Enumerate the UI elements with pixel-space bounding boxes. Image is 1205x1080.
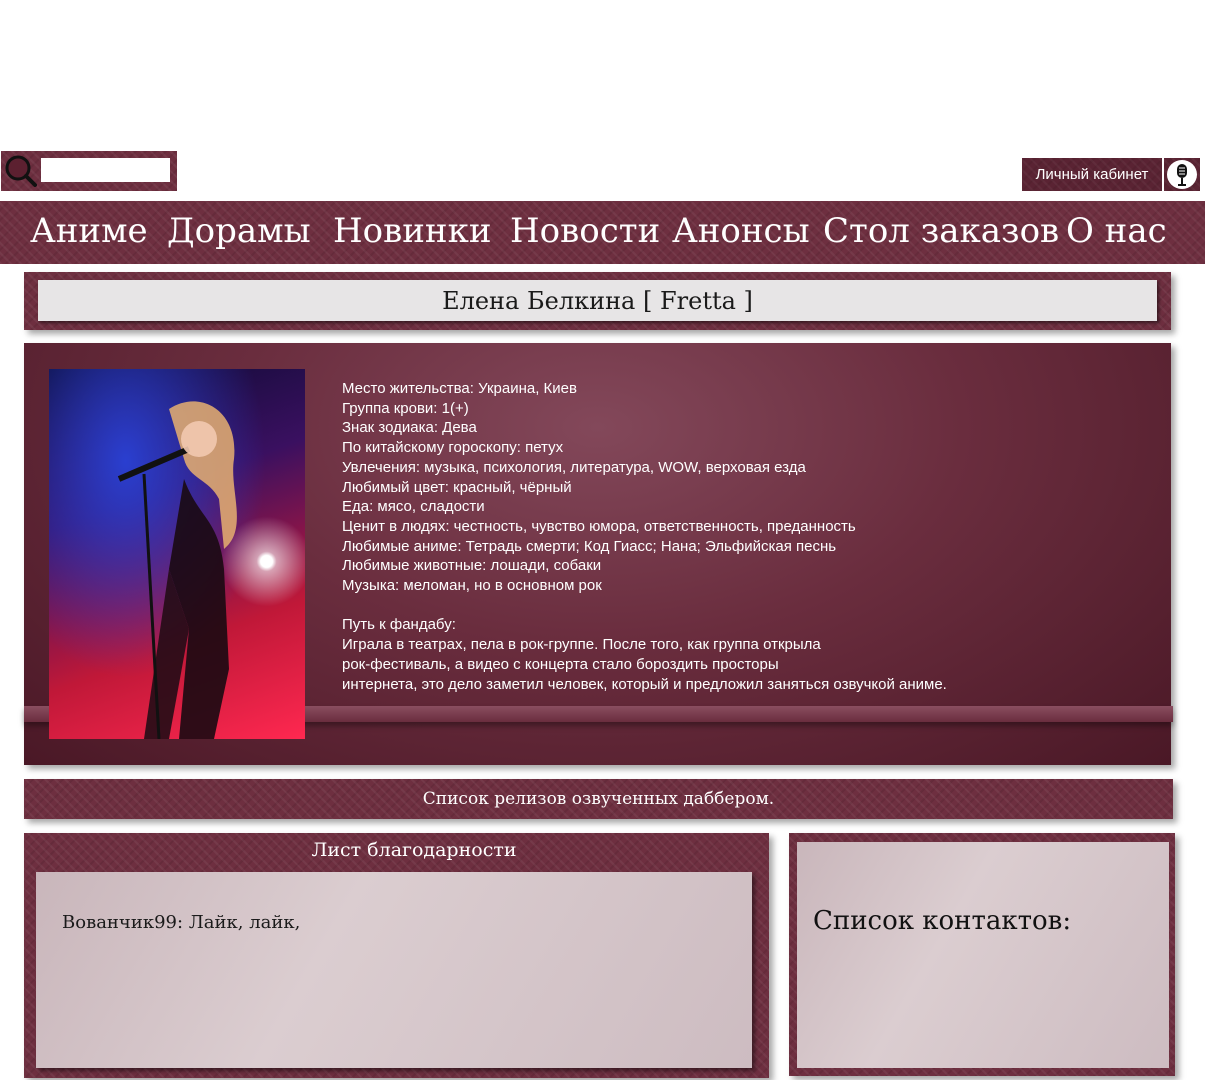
releases-link[interactable]: Список релизов озвученных даббером. [24, 779, 1173, 819]
path-heading: Путь к фандабу: [342, 616, 456, 634]
detail-favorite-animals: Любимые животные: лошади, собаки [342, 557, 602, 575]
thanks-panel: Лист благодарности Вованчик99: Лайк, лай… [24, 833, 769, 1078]
detail-music: Музыка: меломан, но в основном рок [342, 577, 602, 595]
detail-hobbies: Увлечения: музыка, психология, литератур… [342, 458, 806, 476]
thanks-title: Лист благодарности [311, 839, 517, 861]
detail-favorite-color: Любимый цвет: красный, чёрный [342, 478, 572, 496]
releases-label: Список релизов озвученных даббером. [422, 789, 775, 809]
contacts-box: Список контактов: [797, 842, 1169, 1068]
nav-item-announcements[interactable]: Анонсы [672, 209, 810, 253]
path-line: рок-фестиваль, а видео с концерта стало … [342, 655, 779, 673]
detail-food: Еда: мясо, сладости [342, 498, 485, 516]
microphone-icon [1167, 160, 1197, 189]
main-nav: Аниме Дорамы Новинки Новости Анонсы Стол… [0, 201, 1205, 264]
thanks-list: Вованчик99: Лайк, лайк, [36, 872, 752, 1068]
avatar [49, 369, 305, 739]
title-panel: Елена Белкина [ Fretta ] [24, 272, 1171, 330]
account-label: Личный кабинет [1035, 166, 1149, 183]
nav-item-new[interactable]: Новинки [333, 209, 492, 253]
nav-item-orders[interactable]: Стол заказов [823, 209, 1059, 253]
detail-blood-type: Группа крови: 1(+) [342, 399, 469, 417]
contacts-title: Список контактов: [813, 906, 1072, 936]
nav-item-dramas[interactable]: Дорамы [167, 209, 311, 253]
search-icon[interactable] [5, 155, 37, 187]
detail-chinese-horoscope: По китайскому гороскопу: петух [342, 439, 564, 457]
search-input[interactable] [41, 158, 170, 182]
page-title: Елена Белкина [ Fretta ] [38, 280, 1157, 321]
contacts-panel: Список контактов: [789, 833, 1175, 1076]
path-line: Играла в театрах, пела в рок-группе. Пос… [342, 636, 821, 654]
detail-favorite-anime: Любимые аниме: Тетрадь смерти; Код Гиасс… [342, 537, 837, 555]
profile-details: Место жительства: Украина, Киев Группа к… [342, 379, 1122, 694]
microphone-button[interactable] [1164, 158, 1200, 191]
path-line: интернета, это дело заметил человек, кот… [342, 675, 947, 693]
account-button[interactable]: Личный кабинет [1022, 158, 1162, 191]
nav-item-news[interactable]: Новости [510, 209, 660, 253]
detail-values: Ценит в людях: честность, чувство юмора,… [342, 517, 856, 535]
profile-panel: Место жительства: Украина, Киев Группа к… [24, 343, 1173, 765]
detail-residence: Место жительства: Украина, Киев [342, 380, 577, 397]
detail-zodiac: Знак зодиака: Дева [342, 419, 477, 437]
nav-item-anime[interactable]: Аниме [30, 209, 148, 253]
list-item: Вованчик99: Лайк, лайк, [62, 912, 301, 933]
nav-item-about[interactable]: О нас [1066, 209, 1167, 253]
search-box [1, 151, 177, 191]
